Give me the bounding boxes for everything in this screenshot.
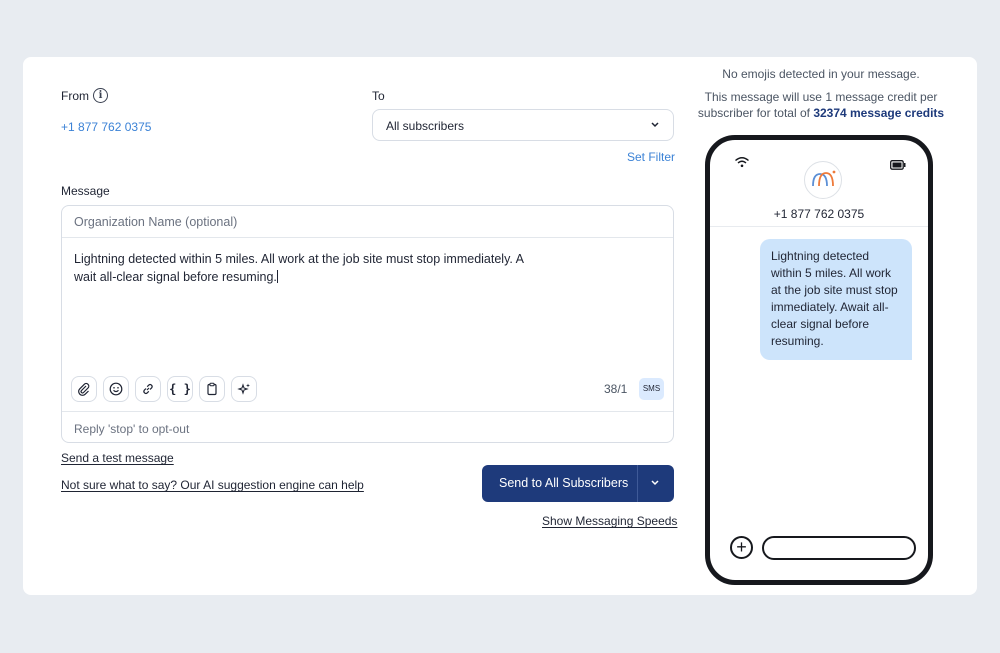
- optout-text: Reply 'stop' to opt-out: [74, 422, 190, 436]
- character-counter: 38/1: [604, 382, 628, 396]
- send-options-chevron-icon[interactable]: [649, 475, 661, 494]
- variable-braces-icon[interactable]: { }: [167, 376, 193, 402]
- send-button-divider: [637, 465, 638, 502]
- send-all-label: Send to All Subscribers: [499, 476, 629, 490]
- from-label: From: [61, 89, 89, 103]
- phone-preview: +1 877 762 0375 Lightning detected withi…: [705, 135, 933, 585]
- send-test-message-link[interactable]: Send a test message: [61, 451, 174, 465]
- text-cursor: [276, 270, 278, 283]
- send-all-button[interactable]: Send to All Subscribers: [482, 465, 674, 502]
- message-bubble: Lightning detected within 5 miles. All w…: [760, 239, 912, 360]
- clipboard-icon[interactable]: [199, 376, 225, 402]
- emoji-icon[interactable]: [103, 376, 129, 402]
- phone-header-number: +1 877 762 0375: [773, 207, 865, 221]
- info-icon[interactable]: i: [93, 88, 108, 103]
- message-text-line1: Lightning detected within 5 miles. All w…: [74, 252, 524, 266]
- plus-icon: +: [730, 536, 753, 559]
- from-number: +1 877 762 0375: [61, 120, 152, 134]
- organization-name-placeholder: Organization Name (optional): [74, 215, 238, 229]
- optout-field[interactable]: Reply 'stop' to opt-out: [62, 411, 673, 443]
- credit-count: 32374 message credits: [813, 106, 945, 120]
- sms-badge: SMS: [639, 378, 664, 400]
- paperclip-icon[interactable]: [71, 376, 97, 402]
- ai-suggestion-link[interactable]: Not sure what to say? Our AI suggestion …: [61, 478, 364, 492]
- set-filter-link[interactable]: Set Filter: [627, 150, 675, 164]
- to-label: To: [372, 89, 385, 103]
- battery-icon: [890, 157, 906, 175]
- message-textarea[interactable]: Lightning detected within 5 miles. All w…: [74, 250, 544, 286]
- recipients-value: All subscribers: [386, 119, 465, 133]
- phone-input-bar: [762, 536, 916, 560]
- wifi-icon: [734, 155, 750, 173]
- message-label: Message: [61, 184, 110, 198]
- emoji-note: No emojis detected in your message.: [722, 67, 920, 81]
- organization-name-field[interactable]: Organization Name (optional): [62, 206, 673, 238]
- credit-note: This message will use 1 message credit p…: [691, 89, 951, 121]
- message-box: Organization Name (optional) Lightning d…: [61, 205, 674, 443]
- link-icon[interactable]: [135, 376, 161, 402]
- recipients-select[interactable]: All subscribers: [372, 109, 674, 141]
- phone-header: +1 877 762 0375: [710, 140, 928, 227]
- messaging-speeds-link[interactable]: Show Messaging Speeds: [542, 514, 677, 528]
- avatar: [804, 161, 842, 199]
- chevron-down-icon: [649, 116, 661, 137]
- message-text-line2: wait all-clear signal before resuming.: [74, 270, 277, 284]
- ai-sparkle-icon[interactable]: [231, 376, 257, 402]
